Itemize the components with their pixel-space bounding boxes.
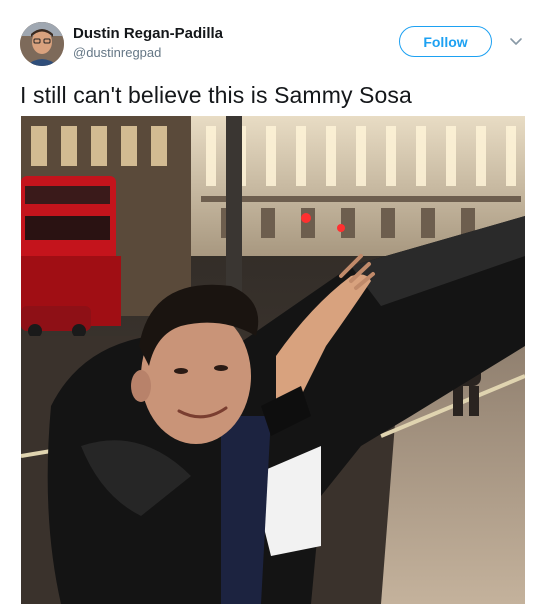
user-display-name[interactable]: Dustin Regan-Padilla: [73, 25, 223, 42]
tweet-text: I still can't believe this is Sammy Sosa: [20, 82, 412, 108]
photo-image: [21, 116, 525, 604]
avatar-image: [20, 22, 64, 66]
follow-button[interactable]: Follow: [399, 26, 492, 57]
user-handle[interactable]: @dustinregpad: [73, 45, 161, 60]
chevron-down-icon[interactable]: [508, 34, 524, 50]
tweet-photo[interactable]: [21, 116, 525, 604]
user-avatar[interactable]: [20, 22, 64, 66]
tweet-card: Dustin Regan-Padilla @dustinregpad Follo…: [0, 0, 541, 604]
